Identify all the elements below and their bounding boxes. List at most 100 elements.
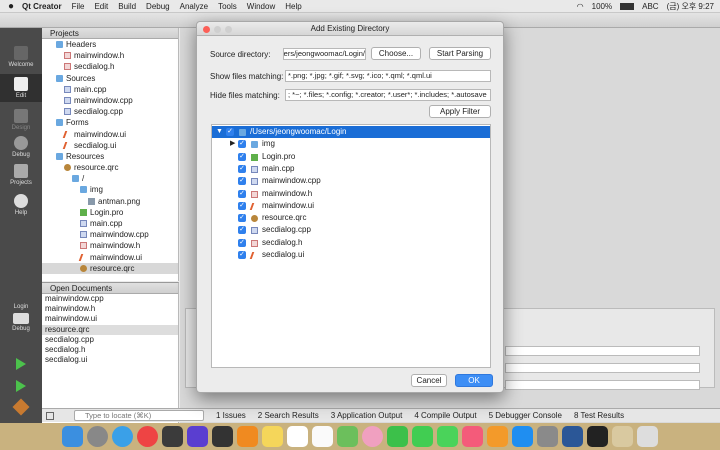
menu-app[interactable]: Qt Creator [22, 2, 62, 11]
books-icon[interactable] [487, 426, 508, 447]
safari-icon[interactable] [112, 426, 133, 447]
expand-arrow-icon[interactable]: ▼ [216, 126, 223, 138]
open-document-item[interactable]: secdialog.h [42, 345, 178, 355]
ok-button[interactable]: OK [455, 374, 493, 387]
output-compile-output[interactable]: 4 Compile Output [414, 411, 476, 420]
output-test-results[interactable]: 8 Test Results [574, 411, 624, 420]
battery-icon[interactable] [620, 3, 635, 10]
facetime-icon[interactable] [387, 426, 408, 447]
include-checkbox[interactable]: ✓ [238, 251, 246, 259]
include-checkbox[interactable]: ✓ [238, 214, 246, 223]
messages-icon[interactable] [437, 426, 458, 447]
menu-debug[interactable]: Debug [146, 2, 170, 11]
tree-item[interactable]: mainwindow.ui [42, 252, 178, 263]
terminal-icon[interactable] [587, 426, 608, 447]
mode-projects[interactable]: Projects [0, 164, 42, 186]
trash-icon[interactable] [637, 426, 658, 447]
output-issues[interactable]: 1 Issues [216, 411, 246, 420]
mode-help[interactable]: Help [0, 194, 42, 216]
tree-item[interactable]: resource.qrc [42, 262, 178, 274]
system-preferences-icon[interactable] [537, 426, 558, 447]
menu-window[interactable]: Window [247, 2, 275, 11]
build-button[interactable] [0, 398, 42, 416]
tree-item[interactable]: Sources [42, 73, 178, 84]
wifi-icon[interactable]: ◠ [577, 2, 584, 11]
menu-edit[interactable]: Edit [94, 2, 108, 11]
menu-analyze[interactable]: Analyze [180, 2, 208, 11]
notes-icon[interactable] [262, 426, 283, 447]
launchpad-icon[interactable] [87, 426, 108, 447]
root-directory-item[interactable]: ▼ ✓ /Users/jeongwoomac/Login [212, 126, 490, 139]
file-item[interactable]: ✓ Login.pro [212, 151, 490, 163]
debug-run-button[interactable] [0, 380, 42, 392]
include-checkbox[interactable]: ✓ [238, 201, 246, 210]
clock[interactable]: (금) 오후 9:27 [667, 1, 714, 12]
mode-welcome[interactable]: Welcome [0, 46, 42, 68]
include-checkbox[interactable]: ✓ [238, 226, 246, 235]
open-document-item[interactable]: secdialog.cpp [42, 335, 178, 345]
open-document-item[interactable]: mainwindow.ui [42, 314, 178, 324]
open-document-item[interactable]: resource.qrc [42, 324, 178, 335]
tree-item[interactable]: img [42, 184, 178, 195]
tree-item[interactable]: main.cpp [42, 218, 178, 229]
tree-item[interactable]: Resources [42, 151, 178, 162]
menu-help[interactable]: Help [285, 2, 301, 11]
property-field[interactable] [505, 380, 700, 390]
locator-input[interactable]: Type to locate (⌘K) [74, 410, 204, 421]
output-debugger-console[interactable]: 5 Debugger Console [489, 411, 562, 420]
imovie-icon[interactable] [187, 426, 208, 447]
file-item[interactable]: ✓ secdialog.cpp [212, 224, 490, 236]
property-field[interactable] [505, 363, 700, 373]
minimize-window-icon[interactable] [214, 25, 221, 33]
collapse-arrow-icon[interactable]: ▶ [230, 138, 235, 150]
mode-edit[interactable]: Edit [0, 74, 42, 102]
final-cut-icon[interactable] [212, 426, 233, 447]
file-item[interactable]: ✓ secdialog.ui [212, 249, 490, 261]
tree-item[interactable]: mainwindow.h [42, 240, 178, 251]
file-item[interactable]: ✓ mainwindow.ui [212, 200, 490, 212]
file-item[interactable]: ✓ resource.qrc [212, 212, 490, 224]
file-item[interactable]: ▶ ✓ img [212, 138, 490, 150]
file-item[interactable]: ✓ mainwindow.h [212, 188, 490, 200]
music-icon[interactable] [462, 426, 483, 447]
chrome-icon[interactable] [137, 426, 158, 447]
file-item[interactable]: ✓ mainwindow.cpp [212, 175, 490, 187]
preview-icon[interactable] [612, 426, 633, 447]
reminders-icon[interactable] [312, 426, 333, 447]
tree-item[interactable]: antman.png [42, 196, 178, 207]
output-search-results[interactable]: 2 Search Results [258, 411, 319, 420]
run-button[interactable] [0, 358, 42, 370]
open-document-item[interactable]: secdialog.ui [42, 355, 178, 365]
mode-design[interactable]: Design [0, 109, 42, 131]
menu-tools[interactable]: Tools [218, 2, 237, 11]
include-checkbox[interactable]: ✓ [226, 128, 234, 136]
tree-item[interactable]: mainwindow.h [42, 50, 178, 61]
kit-selector[interactable]: Login Debug [0, 304, 42, 332]
output-application-output[interactable]: 3 Application Output [331, 411, 403, 420]
tree-item[interactable]: Login.pro [42, 207, 178, 218]
cancel-button[interactable]: Cancel [411, 374, 447, 387]
qt-creator-icon[interactable] [412, 426, 433, 447]
tree-item[interactable]: Forms [42, 117, 178, 128]
toggle-sidebar-icon[interactable] [46, 411, 54, 420]
tree-item[interactable]: secdialog.ui [42, 140, 178, 151]
vlc-icon[interactable] [237, 426, 258, 447]
tree-item[interactable]: secdialog.cpp [42, 106, 178, 117]
open-document-item[interactable]: mainwindow.cpp [42, 294, 178, 304]
mode-debug[interactable]: Debug [0, 136, 42, 158]
app-store-icon[interactable] [512, 426, 533, 447]
include-checkbox[interactable]: ✓ [238, 152, 246, 161]
file-item[interactable]: ✓ secdialog.h [212, 237, 490, 249]
start-parsing-button[interactable]: Start Parsing [429, 47, 491, 60]
qt-icon[interactable] [162, 426, 183, 447]
menu-file[interactable]: File [72, 2, 85, 11]
include-checkbox[interactable]: ✓ [238, 140, 246, 149]
tree-item[interactable]: mainwindow.ui [42, 129, 178, 140]
tree-item[interactable]: / [42, 173, 178, 184]
tree-item[interactable]: secdialog.h [42, 61, 178, 72]
tree-item[interactable]: Headers [42, 39, 178, 50]
include-checkbox[interactable]: ✓ [238, 189, 246, 198]
input-source[interactable]: ABC [642, 2, 658, 11]
menu-build[interactable]: Build [118, 2, 136, 11]
maps-icon[interactable] [337, 426, 358, 447]
